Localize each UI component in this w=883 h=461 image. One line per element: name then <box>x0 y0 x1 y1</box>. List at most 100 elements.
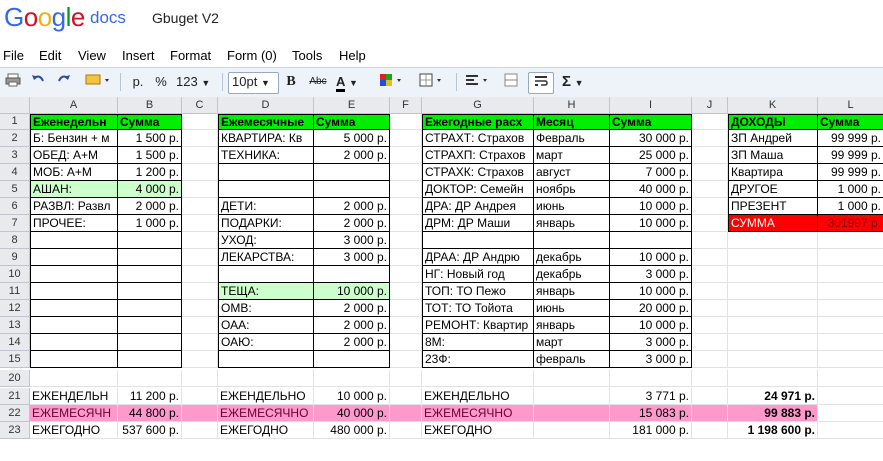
cell-b15[interactable] <box>118 351 182 368</box>
cell-f14[interactable] <box>390 334 422 351</box>
cell-i23[interactable]: 181 000 р. <box>610 422 692 439</box>
cell-j7[interactable] <box>692 215 728 232</box>
cell-c21[interactable] <box>182 388 218 405</box>
cell-j21[interactable] <box>692 388 728 405</box>
cell-c6[interactable] <box>182 198 218 215</box>
menu-view[interactable]: View <box>78 48 106 63</box>
cell-i7[interactable]: 10 000 р. <box>610 215 692 232</box>
cell-j22[interactable] <box>692 405 728 422</box>
cell-g14[interactable]: 8М: <box>422 334 534 351</box>
cell-g20[interactable] <box>422 370 534 387</box>
cell-c4[interactable] <box>182 164 218 181</box>
cell-f3[interactable] <box>390 147 422 164</box>
menu-edit[interactable]: Edit <box>39 48 61 63</box>
cell-d23[interactable]: ЕЖЕГОДНО <box>218 422 314 439</box>
cell-i11[interactable]: 10 000 р. <box>610 283 692 300</box>
cell-g23[interactable]: ЕЖЕГОДНО <box>422 422 534 439</box>
cell-i21[interactable]: 3 771 р. <box>610 388 692 405</box>
cell-i15[interactable]: 3 000 р. <box>610 351 692 368</box>
cell-f21[interactable] <box>390 388 422 405</box>
cell-l21[interactable] <box>818 388 883 405</box>
cell-h23[interactable] <box>534 422 610 439</box>
column-header-b[interactable]: B <box>118 97 182 114</box>
column-header-g[interactable]: G <box>422 97 534 114</box>
cell-l8[interactable] <box>818 232 883 249</box>
cell-d7[interactable]: ПОДАРКИ: <box>218 215 314 232</box>
cell-f2[interactable] <box>390 130 422 147</box>
cell-b4[interactable]: 1 200 р. <box>118 164 182 181</box>
cell-i10[interactable]: 3 000 р. <box>610 266 692 283</box>
cell-c13[interactable] <box>182 317 218 334</box>
cell-g7[interactable]: ДРМ: ДР Маши <box>422 215 534 232</box>
cell-j3[interactable] <box>692 147 728 164</box>
cell-h22[interactable] <box>534 405 610 422</box>
cell-k2[interactable]: ЗП Андрей <box>728 130 818 147</box>
cell-i20[interactable] <box>610 370 692 387</box>
column-header-d[interactable]: D <box>218 97 314 114</box>
cell-c14[interactable] <box>182 334 218 351</box>
cell-j12[interactable] <box>692 300 728 317</box>
cell-e13[interactable]: 2 000 р. <box>314 317 390 334</box>
text-color-dropdown[interactable]: A ▼ <box>336 72 368 92</box>
column-header-j[interactable]: J <box>692 97 728 114</box>
cell-h4[interactable]: август <box>534 164 610 181</box>
number-format-dropdown[interactable]: 123 ▼ <box>176 72 216 92</box>
cell-j1[interactable] <box>692 114 728 130</box>
cell-f22[interactable] <box>390 405 422 422</box>
cell-d22[interactable]: ЕЖЕМЕСЯЧНО <box>218 405 314 422</box>
cell-k9[interactable] <box>728 249 818 266</box>
cell-g13[interactable]: РЕМОНТ: Квартир <box>422 317 534 334</box>
cell-b8[interactable] <box>118 232 182 249</box>
cell-c7[interactable] <box>182 215 218 232</box>
cell-a7[interactable]: ПРОЧЕЕ: <box>30 215 118 232</box>
cell-j11[interactable] <box>692 283 728 300</box>
cell-h8[interactable] <box>534 232 610 249</box>
cell-b14[interactable] <box>118 334 182 351</box>
cell-d2[interactable]: КВАРТИРА: Кв <box>218 130 314 147</box>
row-header-14[interactable]: 14 <box>0 334 30 351</box>
cell-g15[interactable]: 23Ф: <box>422 351 534 368</box>
cell-j8[interactable] <box>692 232 728 249</box>
cell-e1[interactable]: Сумма <box>314 114 390 130</box>
cell-l22[interactable] <box>818 405 883 422</box>
row-header-12[interactable]: 12 <box>0 300 30 317</box>
cell-h6[interactable]: июнь <box>534 198 610 215</box>
cell-f8[interactable] <box>390 232 422 249</box>
cell-b2[interactable]: 1 500 р. <box>118 130 182 147</box>
cell-d15[interactable] <box>218 351 314 368</box>
cell-c23[interactable] <box>182 422 218 439</box>
cell-k1[interactable]: ДОХОДЫ <box>728 114 818 130</box>
document-title[interactable]: Gbuget V2 <box>152 10 219 26</box>
row-header-10[interactable]: 10 <box>0 266 30 283</box>
row-header-15[interactable]: 15 <box>0 351 30 368</box>
cell-e5[interactable] <box>314 181 390 198</box>
cell-f6[interactable] <box>390 198 422 215</box>
cell-e8[interactable]: 3 000 р. <box>314 232 390 249</box>
column-header-h[interactable]: H <box>534 97 610 114</box>
cell-i6[interactable]: 10 000 р. <box>610 198 692 215</box>
cell-a4[interactable]: МОБ: А+М <box>30 164 118 181</box>
cell-b20[interactable] <box>118 370 182 387</box>
cell-l23[interactable] <box>818 422 883 439</box>
bold-button[interactable]: B <box>282 72 300 92</box>
cell-i5[interactable]: 40 000 р. <box>610 181 692 198</box>
cell-l14[interactable] <box>818 334 883 351</box>
cell-e2[interactable]: 5 000 р. <box>314 130 390 147</box>
menu-insert[interactable]: Insert <box>122 48 155 63</box>
cell-a11[interactable] <box>30 283 118 300</box>
font-size-dropdown[interactable]: 10pt ▼ <box>228 72 279 94</box>
cell-g1[interactable]: Ежегодные расх <box>422 114 534 130</box>
cell-d21[interactable]: ЕЖЕНДЕЛЬНО <box>218 388 314 405</box>
cell-a12[interactable] <box>30 300 118 317</box>
align-dropdown[interactable] <box>462 72 494 92</box>
cell-d5[interactable] <box>218 181 314 198</box>
cell-h12[interactable]: июнь <box>534 300 610 317</box>
cell-g12[interactable]: ТОТ: ТО Тойота <box>422 300 534 317</box>
row-header-9[interactable]: 9 <box>0 249 30 266</box>
cell-b23[interactable]: 537 600 р. <box>118 422 182 439</box>
cell-c8[interactable] <box>182 232 218 249</box>
cell-i9[interactable]: 10 000 р. <box>610 249 692 266</box>
cell-a9[interactable] <box>30 249 118 266</box>
cell-e23[interactable]: 480 000 р. <box>314 422 390 439</box>
cell-a6[interactable]: РАЗВЛ: Развл <box>30 198 118 215</box>
